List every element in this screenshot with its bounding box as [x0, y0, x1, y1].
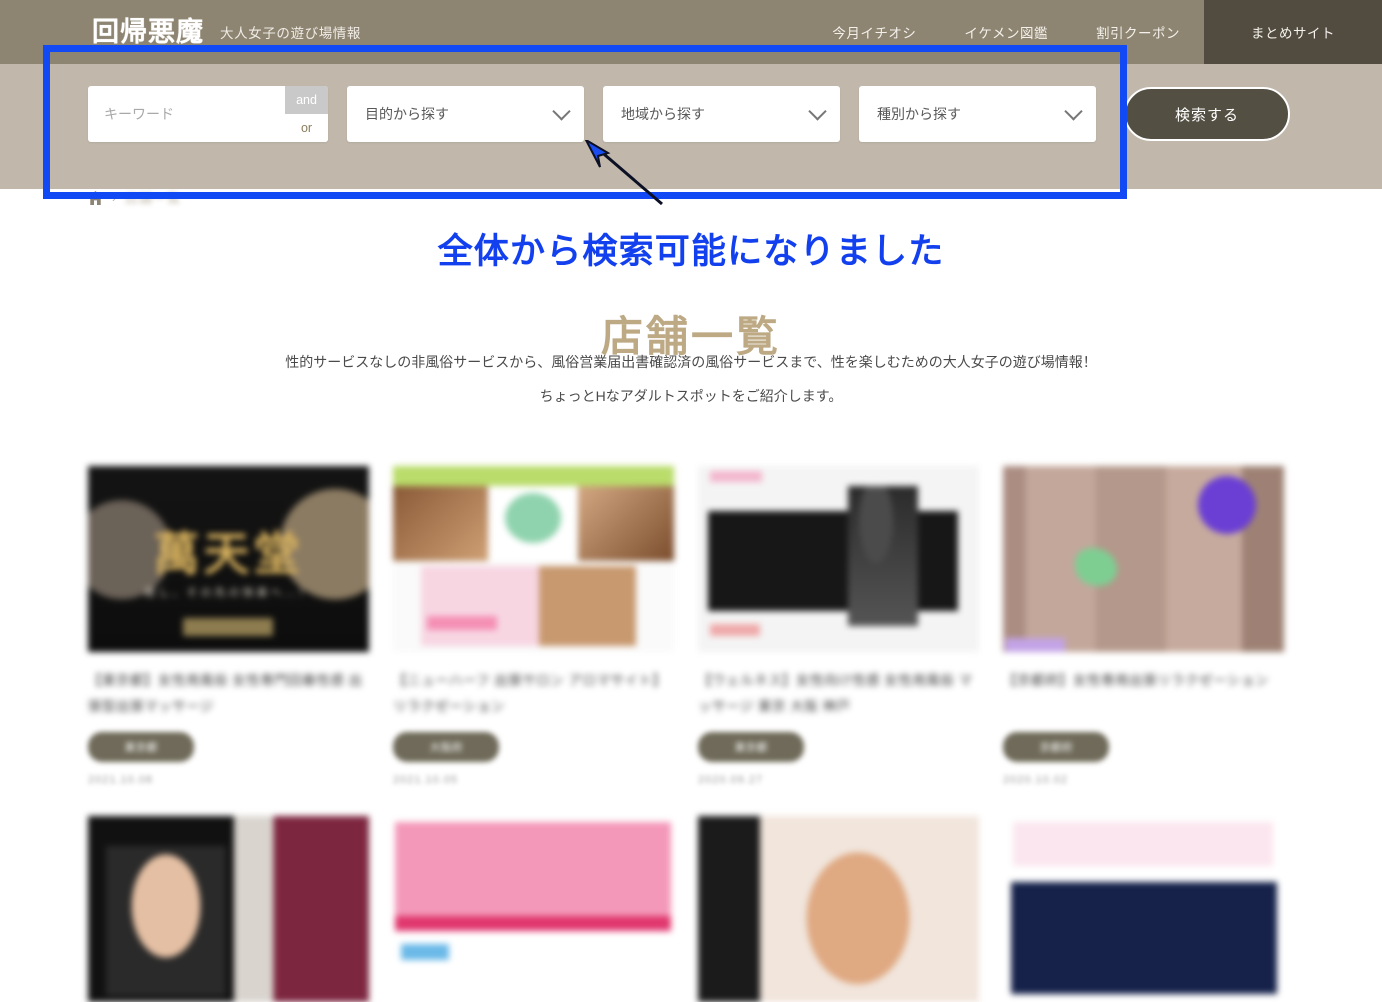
annotation-text: 全体から検索可能になりました [437, 232, 945, 272]
nav-item-coupons[interactable]: 割引クーポン [1072, 0, 1204, 64]
or-toggle-button[interactable]: or [285, 114, 328, 142]
shop-thumbnail[interactable] [88, 816, 369, 1002]
site-header: 回帰悪魔 大人女子の遊び場情報 今月イチオシ イケメン図鑑 割引クーポン まとめ… [0, 0, 1382, 64]
shop-card-title: 【ウェルネス】女性向け性感 女性用風俗 マッサージ 東京 大阪 神戸 [698, 673, 973, 714]
select-category-label: 種別から探す [877, 106, 961, 122]
shop-card[interactable]: 【京都府】女性専用出張リラクゼーション 京都府 2020.10.02 [1003, 466, 1284, 786]
nav-item-handsome-guide[interactable]: イケメン図鑑 [940, 0, 1072, 64]
thumbnail-bar-shape [427, 616, 497, 630]
shop-card[interactable]: 【ウェルネス】女性向け性感 女性用風俗 マッサージ 東京 大阪 神戸 東京都 2… [698, 466, 979, 786]
thumbnail-sub-text: 癒し、その先の快楽へ…！ [144, 587, 313, 599]
thumbnail-photo-shape [708, 511, 958, 611]
select-region[interactable]: 地域から探す [603, 86, 840, 142]
home-icon[interactable] [88, 190, 103, 205]
page-lead-line-2: ちょっとHなアダルトスポットをご紹介します。 [539, 388, 843, 404]
shop-thumbnail[interactable]: 萬天堂 癒し、その先の快楽へ…！ [88, 466, 369, 652]
nav-item-featured[interactable]: 今月イチオシ [808, 0, 940, 64]
and-toggle-button[interactable]: and [285, 86, 328, 114]
thumbnail-photo-shape [578, 486, 674, 561]
chevron-down-icon [808, 102, 827, 121]
shop-card-title: 【東京都】女性用風俗 女性専門回春性感 出張型出張マッサージ [88, 673, 363, 714]
shop-card-date: 2020.09.27 [698, 774, 764, 786]
thumbnail-tag-shape [401, 944, 449, 960]
chevron-down-icon [1064, 102, 1083, 121]
shop-thumbnail[interactable] [393, 466, 674, 652]
shop-card-badge: 京都府 [1003, 732, 1109, 762]
nav-item-summary-site[interactable]: まとめサイト [1204, 0, 1382, 64]
thumbnail-figure-shape [778, 816, 938, 1002]
breadcrumb: › 店舗一覧 [88, 188, 181, 207]
shop-card-date: 2021.10.05 [393, 774, 459, 786]
select-region-label: 地域から探す [621, 106, 705, 122]
page-lead: 性的サービスなしの非風俗サービスから、風俗営業届出書確認済の風俗サービスまで、性… [0, 345, 1382, 413]
shop-card[interactable] [698, 816, 979, 1002]
shop-thumbnail[interactable] [698, 466, 979, 652]
and-or-toggle: and or [285, 86, 328, 142]
chevron-down-icon [552, 102, 571, 121]
breadcrumb-separator: › [112, 190, 116, 205]
site-logo[interactable]: 回帰悪魔 [92, 19, 204, 46]
thumbnail-circle-shape [505, 493, 561, 543]
select-purpose-label: 目的から探す [365, 106, 449, 122]
shop-thumbnail[interactable] [1003, 466, 1284, 652]
shop-card-title: 【ニューハーフ 出張サロン アロマサイト】リラクゼーション [393, 673, 667, 714]
select-purpose[interactable]: 目的から探す [347, 86, 584, 142]
search-submit-button[interactable]: 検索する [1124, 87, 1290, 141]
thumbnail-title-text: 萬天堂 [153, 529, 304, 580]
thumbnail-tag-shape [710, 471, 762, 482]
main-navigation: 今月イチオシ イケメン図鑑 割引クーポン まとめサイト [808, 0, 1382, 64]
thumbnail-tag-shape [710, 624, 760, 636]
page-lead-line-1: 性的サービスなしの非風俗サービスから、風俗営業届出書確認済の風俗サービスまで、性… [285, 354, 1097, 370]
thumbnail-circle-shape [1198, 476, 1256, 534]
shop-card[interactable] [88, 816, 369, 1002]
shop-card-badge: 大阪府 [393, 732, 499, 762]
thumbnail-photo-shape [1011, 882, 1277, 994]
thumbnail-band-shape [393, 466, 674, 486]
keyword-field-group: and or [88, 86, 328, 142]
search-band: and or 目的から探す 地域から探す 種別から探す 検索する [0, 64, 1382, 189]
shop-card[interactable]: 萬天堂 癒し、その先の快楽へ…！ 【東京都】女性用風俗 女性専門回春性感 出張型… [88, 466, 369, 786]
search-input[interactable] [88, 86, 285, 142]
thumbnail-photo-shape [421, 566, 636, 646]
shop-card[interactable] [1003, 816, 1284, 1002]
shop-thumbnail[interactable] [698, 816, 979, 1002]
search-form: and or 目的から探す 地域から探す 種別から探す 検索する [88, 86, 1290, 142]
breadcrumb-current: 店舗一覧 [125, 191, 182, 206]
shop-card-badge: 東京都 [698, 732, 804, 762]
shop-card[interactable]: 【ニューハーフ 出張サロン アロマサイト】リラクゼーション 大阪府 2021.1… [393, 466, 674, 786]
thumbnail-photo-shape [106, 846, 226, 996]
thumbnail-bar-shape [395, 916, 671, 930]
thumbnail-photo-shape [393, 486, 488, 561]
thumbnail-band-shape [1013, 822, 1273, 866]
select-category[interactable]: 種別から探す [859, 86, 1096, 142]
thumbnail-figure-shape [848, 486, 918, 626]
thumbnail-leaf-shape [1075, 548, 1117, 586]
shop-card-date: 2020.10.02 [1003, 774, 1069, 786]
shop-card-badge: 東京都 [88, 732, 194, 762]
site-tagline: 大人女子の遊び場情報 [220, 26, 361, 41]
shop-card-grid: 萬天堂 癒し、その先の快楽へ…！ 【東京都】女性用風俗 女性専門回春性感 出張型… [88, 466, 1293, 1002]
shop-thumbnail[interactable] [393, 816, 674, 1002]
shop-card-title: 【京都府】女性専用出張リラクゼーション [1003, 673, 1269, 688]
thumbnail-bar-shape [1005, 638, 1065, 652]
shop-card[interactable] [393, 816, 674, 1002]
thumbnail-button-shape [183, 618, 273, 636]
shop-thumbnail[interactable] [1003, 816, 1284, 1002]
shop-card-date: 2021.10.08 [88, 774, 154, 786]
